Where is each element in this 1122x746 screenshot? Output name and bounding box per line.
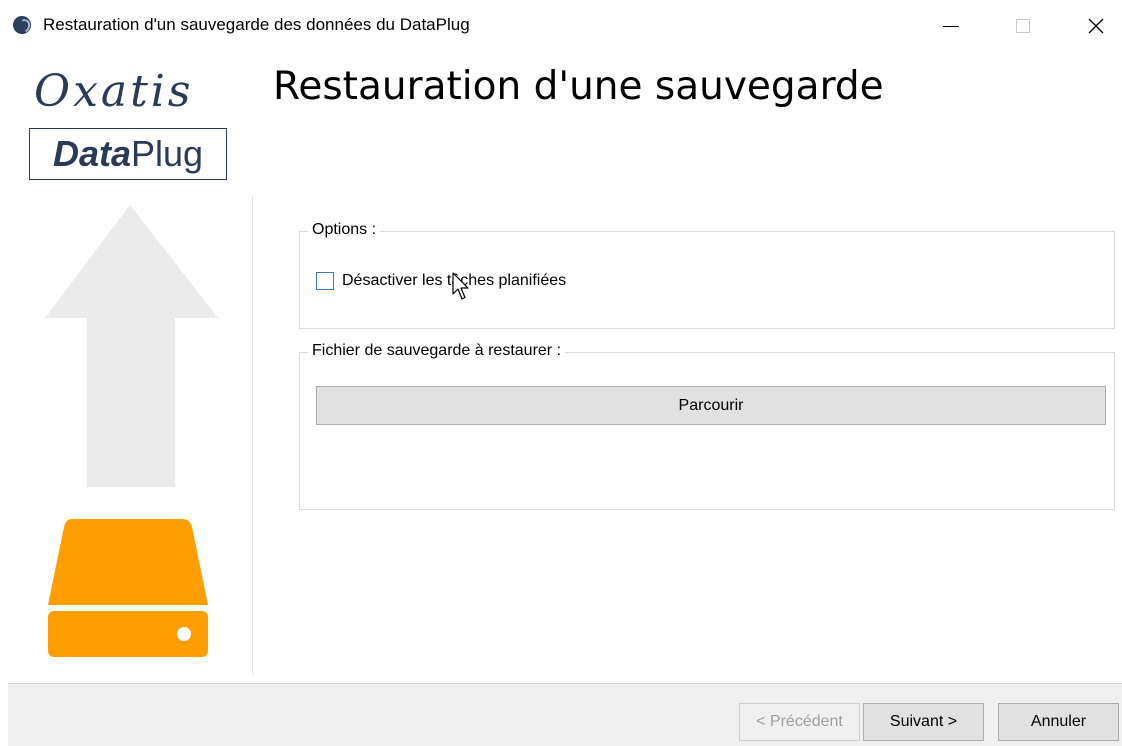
page-title: Restauration d'une sauvegarde (273, 64, 884, 109)
next-button[interactable]: Suivant > (863, 703, 984, 741)
panel-divider (252, 195, 253, 675)
window-title: Restauration d'un sauvegarde des données… (43, 15, 470, 34)
backup-file-group-legend: Fichier de sauvegarde à restaurer : (308, 342, 566, 360)
dataplug-logo-regular: Plug (130, 133, 204, 174)
previous-button[interactable]: < Précédent (739, 703, 860, 741)
browse-button[interactable]: Parcourir (316, 386, 1106, 425)
minimize-button[interactable] (928, 6, 974, 46)
dataplug-logo-bold: Data (52, 133, 131, 174)
title-bar: Restauration d'un sauvegarde des données… (0, 0, 1122, 52)
up-arrow-icon (45, 205, 218, 487)
backup-file-group: Fichier de sauvegarde à restaurer : Parc… (299, 342, 1115, 510)
dataplug-logo: Data Plug (29, 128, 227, 180)
restore-wizard-window: Restauration d'un sauvegarde des données… (0, 0, 1122, 746)
close-icon (1088, 18, 1104, 34)
hard-drive-icon (48, 519, 208, 657)
app-logo-icon (13, 16, 31, 34)
minimize-icon (943, 25, 959, 27)
disable-scheduled-tasks-option[interactable]: Désactiver les tâches planifiées (316, 272, 566, 290)
wizard-footer: < Précédent Suivant > Annuler (8, 683, 1122, 746)
close-button[interactable] (1073, 6, 1119, 46)
oxatis-logo: Oxatis (34, 66, 194, 117)
options-group-legend: Options : (308, 221, 381, 239)
maximize-icon (1016, 19, 1030, 33)
cancel-button[interactable]: Annuler (998, 703, 1119, 741)
mouse-cursor-icon (452, 272, 469, 300)
disable-scheduled-tasks-checkbox[interactable] (316, 272, 334, 290)
options-group: Options : Désactiver les tâches planifié… (299, 221, 1115, 329)
maximize-button[interactable] (1000, 6, 1046, 46)
